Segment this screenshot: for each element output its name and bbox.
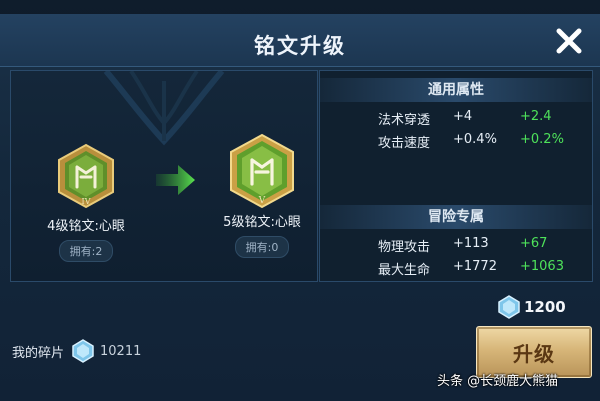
attribute-row: 最大生命 +1772 +1063: [320, 259, 592, 279]
attribute-panel: 通用属性 法术穿透 +4 +2.4 攻击速度 +0.4% +0.2% 冒险专属 …: [319, 70, 593, 282]
crystal-icon: [498, 295, 520, 319]
attribute-increase: +67: [520, 236, 548, 251]
attribute-value: +113: [453, 236, 489, 251]
attribute-increase: +1063: [520, 259, 564, 274]
shards-label: 我的碎片: [12, 345, 65, 361]
crystal-icon: [72, 339, 94, 363]
attribute-value: +0.4%: [453, 132, 497, 147]
dialog-title: 铭文升级: [254, 34, 346, 58]
next-rune[interactable]: V 5级铭文:心眼 拥有:0: [189, 133, 317, 258]
tier-numeral: IV: [82, 197, 91, 206]
next-rune-name: 5级铭文:心眼: [223, 215, 301, 230]
attribute-increase: +2.4: [520, 109, 552, 124]
rune-compare-panel: IV 4级铭文:心眼 拥有:2 V 5级铭文:心眼 拥有:0: [10, 70, 318, 282]
close-icon: [556, 28, 582, 54]
next-rune-owned: 拥有:0: [234, 236, 290, 258]
my-shards: 我的碎片 10211: [12, 339, 141, 363]
attribute-name: 法术穿透: [378, 113, 431, 128]
attribute-row: 法术穿透 +4 +2.4: [320, 109, 592, 129]
adventure-attributes-heading: 冒险专属: [320, 205, 592, 229]
attribute-row: 物理攻击 +113 +67: [320, 236, 592, 256]
current-rune-name: 4级铭文:心眼: [47, 219, 125, 234]
upgrade-cost: 1200: [498, 294, 566, 320]
attribute-name: 攻击速度: [378, 136, 431, 151]
attribute-name: 物理攻击: [378, 240, 431, 255]
close-button[interactable]: [552, 24, 586, 58]
shards-amount: 10211: [100, 343, 142, 359]
cost-amount: 1200: [524, 298, 566, 316]
general-attributes-heading: 通用属性: [320, 78, 592, 102]
attribute-increase: +0.2%: [520, 132, 564, 147]
tier-numeral: V: [258, 196, 266, 206]
attribute-row: 攻击速度 +0.4% +0.2%: [320, 132, 592, 152]
current-rune-owned: 拥有:2: [58, 240, 114, 262]
current-rune[interactable]: IV 4级铭文:心眼 拥有:2: [13, 143, 159, 262]
rune-emblem-icon: IV: [58, 143, 114, 209]
rune-emblem-icon: V: [230, 133, 294, 209]
attribute-value: +1772: [453, 259, 497, 274]
watermark: 头条 @长颈鹿大熊猫: [437, 374, 559, 389]
attribute-name: 最大生命: [378, 263, 431, 278]
attribute-value: +4: [453, 109, 473, 124]
